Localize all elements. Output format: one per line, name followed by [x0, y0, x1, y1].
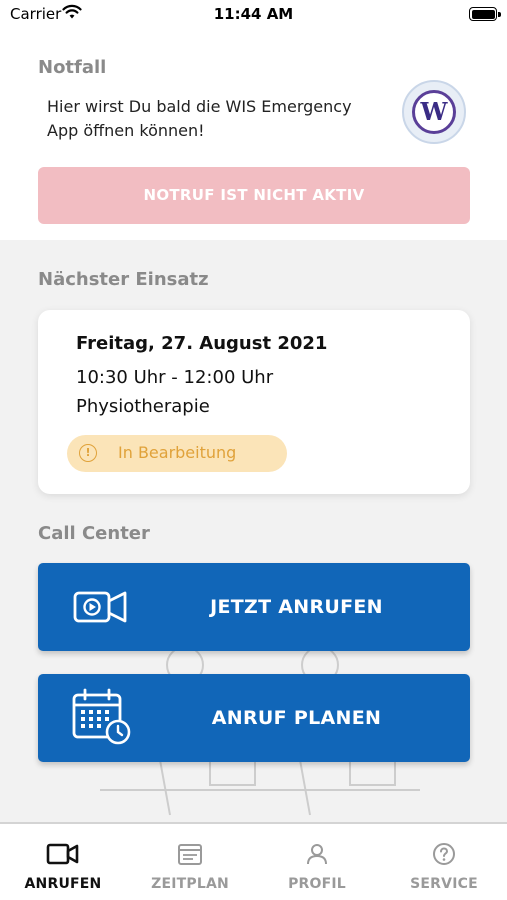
notruf-button[interactable]: NOTRUF IST NICHT AKTIV [38, 167, 470, 224]
battery-icon [469, 7, 501, 21]
notfall-text: Hier wirst Du bald die WIS Emergency App… [47, 97, 352, 140]
tab-anrufen[interactable]: ANRUFEN [0, 824, 126, 900]
einsatz-date: Freitag, 27. August 2021 [76, 333, 328, 354]
call-now-label: JETZT ANRUFEN [210, 596, 383, 618]
status-bar: Carrier 11:44 AM [0, 0, 507, 30]
einsatz-card[interactable]: Freitag, 27. August 2021 10:30 Uhr - 12:… [38, 310, 470, 494]
calendar-clock-icon [72, 688, 131, 745]
status-badge: ! In Bearbeitung [67, 435, 287, 472]
person-icon [307, 844, 327, 865]
wis-emergency-logo[interactable]: W [402, 80, 466, 144]
einsatz-title: Nächster Einsatz [38, 269, 209, 290]
notfall-section: Notfall Hier wirst Du bald die WIS Emerg… [0, 30, 507, 240]
tab-bar: ANRUFEN ZEITPLAN PROFIL SERVICE [0, 822, 507, 900]
info-icon: ! [79, 444, 97, 462]
call-now-button[interactable]: JETZT ANRUFEN [38, 563, 470, 651]
plan-call-label: ANRUF PLANEN [211, 707, 382, 729]
schedule-icon [178, 844, 202, 865]
notfall-title: Notfall [38, 57, 107, 78]
video-camera-icon [73, 591, 127, 623]
callcenter-title: Call Center [38, 523, 150, 544]
status-badge-label: In Bearbeitung [118, 443, 237, 462]
einsatz-type: Physiotherapie [76, 396, 210, 417]
einsatz-time: 10:30 Uhr - 12:00 Uhr [76, 367, 274, 388]
tab-label: SERVICE [410, 876, 478, 892]
help-circle-icon [433, 843, 455, 865]
clock: 11:44 AM [213, 5, 294, 23]
plan-call-button[interactable]: ANRUF PLANEN [38, 674, 470, 762]
tab-zeitplan[interactable]: ZEITPLAN [127, 824, 253, 900]
tab-profil[interactable]: PROFIL [254, 824, 380, 900]
tab-label: ZEITPLAN [151, 876, 229, 892]
video-camera-icon [46, 843, 79, 865]
tab-service[interactable]: SERVICE [381, 824, 507, 900]
tab-label: ANRUFEN [24, 876, 102, 892]
tab-label: PROFIL [288, 876, 346, 892]
